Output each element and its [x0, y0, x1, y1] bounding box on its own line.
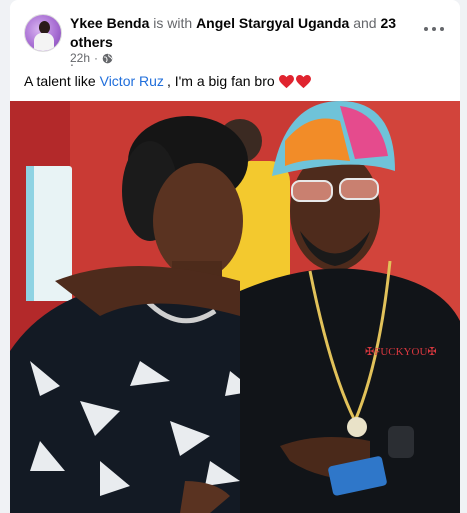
- red-heart-icon: [295, 74, 311, 88]
- post-meta: 22h ·: [70, 51, 113, 65]
- caption-suffix: , I'm a big fan bro: [166, 73, 275, 89]
- and-text: and: [353, 15, 377, 31]
- globe-icon[interactable]: [102, 53, 113, 64]
- caption-prefix: A talent like: [24, 73, 96, 89]
- author-avatar[interactable]: [24, 14, 62, 52]
- post-card: Ykee Benda is with Angel Stargyal Uganda…: [10, 0, 460, 513]
- post-caption: A talent like Victor Ruz , I'm a big fan…: [24, 72, 311, 91]
- with-text: is with: [153, 15, 193, 31]
- post-header: Ykee Benda is with Angel Stargyal Uganda…: [10, 0, 460, 70]
- author-name[interactable]: Ykee Benda: [70, 15, 149, 31]
- more-options-icon[interactable]: [424, 22, 444, 36]
- photo-illustration: ✠FUCKYOU✠: [10, 101, 460, 513]
- svg-text:✠FUCKYOU✠: ✠FUCKYOU✠: [365, 346, 437, 358]
- meta-separator: ·: [94, 51, 99, 65]
- post-title-line: Ykee Benda is with Angel Stargyal Uganda…: [70, 14, 420, 71]
- red-heart-icon: [278, 74, 294, 88]
- post-photo[interactable]: ✠FUCKYOU✠: [10, 101, 460, 513]
- mention-link[interactable]: Victor Ruz: [100, 72, 164, 91]
- post-time[interactable]: 22h: [70, 51, 90, 65]
- tagged-person[interactable]: Angel Stargyal Uganda: [196, 15, 349, 31]
